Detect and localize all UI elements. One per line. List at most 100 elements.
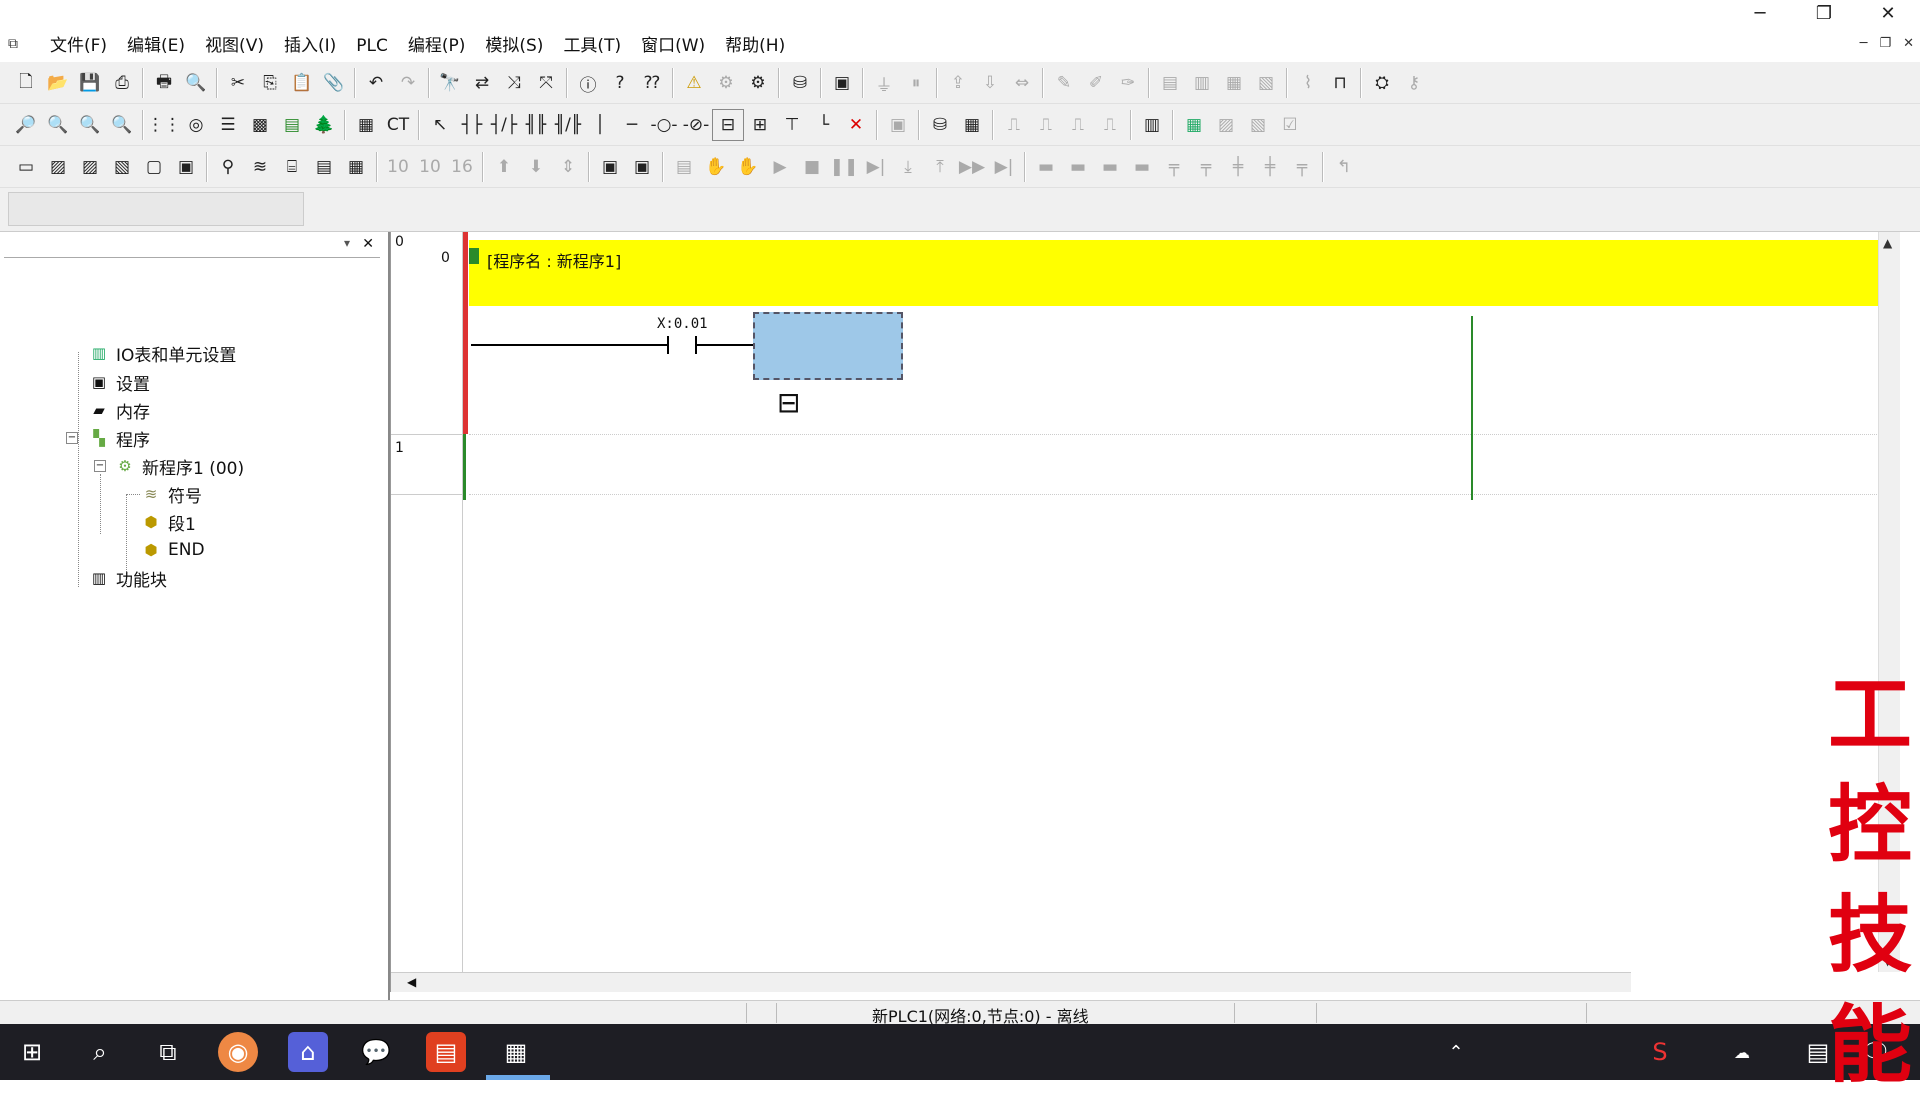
symbol-table-icon[interactable]: ▦ xyxy=(350,109,382,141)
menu-view[interactable]: 视图(V) xyxy=(195,34,274,60)
grid-icon[interactable]: ⋮⋮ xyxy=(147,109,181,141)
contact-address[interactable]: X:0.01 xyxy=(657,316,708,332)
cx-programmer-icon[interactable]: ▦ xyxy=(496,1032,536,1072)
print-icon[interactable]: 🖶 xyxy=(148,67,180,99)
show-comments-icon[interactable]: ◎ xyxy=(180,109,212,141)
layout-icon[interactable]: ⌸ xyxy=(276,151,308,183)
pause-icon[interactable]: ⏸ xyxy=(900,67,932,99)
replace-icon[interactable]: ⇄ xyxy=(466,67,498,99)
start-windows-icon[interactable]: ⊞ xyxy=(12,1032,52,1072)
new-instruction-icon[interactable]: ⊟ xyxy=(712,109,744,141)
io-condition-5-icon[interactable]: ╤ xyxy=(1158,151,1190,183)
address-field[interactable] xyxy=(8,192,304,226)
new-coil-icon[interactable]: -○- xyxy=(648,109,680,141)
tree-item-memory[interactable]: ▰ 内存 xyxy=(88,397,150,423)
task-view-icon[interactable]: ⧉ xyxy=(148,1032,188,1072)
step-out-icon[interactable]: ⤒ xyxy=(924,151,956,183)
online-edit-icon[interactable]: ✎ xyxy=(1048,67,1080,99)
undo-icon[interactable]: ↶ xyxy=(360,67,392,99)
symbols-tool-icon[interactable]: ≋ xyxy=(244,151,276,183)
close-button[interactable]: ✕ xyxy=(1856,0,1920,30)
online-edit-send-icon[interactable]: ✐ xyxy=(1080,67,1112,99)
io-condition-9-icon[interactable]: ╤ xyxy=(1286,151,1318,183)
compile-all-icon[interactable]: ⚙ xyxy=(742,67,774,99)
io-condition-8-icon[interactable]: ╪ xyxy=(1254,151,1286,183)
paste-icon[interactable]: 📋 xyxy=(286,67,318,99)
transfer-to-plc-icon[interactable]: ⇪ xyxy=(942,67,974,99)
vertical-line-icon[interactable]: │ xyxy=(584,109,616,141)
monitor-window-icon[interactable]: ▩ xyxy=(244,109,276,141)
memory-clear-icon[interactable]: ▧ xyxy=(1242,109,1274,141)
new-or-contact-icon[interactable]: ╢╟ xyxy=(520,109,552,141)
zoom-fit-icon[interactable]: 🔍 xyxy=(74,109,106,141)
menu-window[interactable]: 窗口(W) xyxy=(631,34,715,60)
open-folder-icon[interactable]: 📂 xyxy=(42,67,74,99)
toggle-monitor-icon[interactable]: ⛁ xyxy=(924,109,956,141)
rung-comment-list-icon[interactable]: ☰ xyxy=(212,109,244,141)
breakpoint-icon[interactable]: ✋ xyxy=(700,151,732,183)
simulator-online-icon[interactable]: ▣ xyxy=(594,151,626,183)
tree-item-program1[interactable]: ⚙ 新程序1 (00) xyxy=(114,453,244,479)
display-10-icon[interactable]: 10 xyxy=(382,151,414,183)
menu-simulation[interactable]: 模拟(S) xyxy=(475,34,553,60)
redo-icon[interactable]: ↷ xyxy=(392,67,424,99)
search-icon[interactable]: ⌕ xyxy=(80,1032,120,1072)
new-contact-icon[interactable]: ┤├ xyxy=(456,109,488,141)
binoculars-icon[interactable]: ⚲ xyxy=(212,151,244,183)
scroll-up-icon[interactable]: ▲ xyxy=(1883,236,1892,250)
monitor-icon[interactable]: ▣ xyxy=(826,67,858,99)
time-chart-icon[interactable]: ⊓ xyxy=(1324,67,1356,99)
collapse-toggle[interactable]: − xyxy=(66,432,78,444)
breakpoint-all-icon[interactable]: ✋ xyxy=(732,151,764,183)
data-trace-3-icon[interactable]: ⎍ xyxy=(1062,109,1094,141)
sogou-input-icon[interactable]: S xyxy=(1640,1032,1680,1072)
menu-insert[interactable]: 插入(I) xyxy=(274,34,346,60)
run-icon[interactable]: ▶ xyxy=(764,151,796,183)
context-help-icon[interactable]: ⁇ xyxy=(636,67,668,99)
trace-icon[interactable]: ⌇ xyxy=(1292,67,1324,99)
chrome-icon[interactable]: ◉ xyxy=(218,1032,258,1072)
collapse-toggle[interactable]: − xyxy=(94,460,106,472)
minimize-button[interactable]: ─ xyxy=(1728,0,1792,30)
force-icon[interactable]: ⇕ xyxy=(552,151,584,183)
data-trace-4-icon[interactable]: ⎍ xyxy=(1094,109,1126,141)
print-setup-icon[interactable]: ⎙ xyxy=(106,67,138,99)
menu-program[interactable]: 编程(P) xyxy=(398,34,476,60)
output-window-icon[interactable]: ▤ xyxy=(276,109,308,141)
address-reference-icon[interactable]: ⤧ xyxy=(530,67,562,99)
force-on-icon[interactable]: ⏚ xyxy=(868,67,900,99)
scroll-left-icon[interactable]: ◀ xyxy=(407,975,416,989)
horizontal-line-icon[interactable]: ─ xyxy=(616,109,648,141)
mdi-minimize-icon[interactable]: ─ xyxy=(1860,36,1868,51)
simulator-work-online-icon[interactable]: ▣ xyxy=(626,151,658,183)
watch-clear-icon[interactable]: ▧ xyxy=(1250,67,1282,99)
wechat-icon[interactable]: 💬 xyxy=(356,1032,396,1072)
help-icon[interactable]: ? xyxy=(604,67,636,99)
io-condition-6-icon[interactable]: ╤ xyxy=(1190,151,1222,183)
save-icon[interactable]: 💾 xyxy=(74,67,106,99)
watch-add-icon[interactable]: ▥ xyxy=(1186,67,1218,99)
menu-tools[interactable]: 工具(T) xyxy=(553,34,631,60)
cut-icon[interactable]: ✂ xyxy=(222,67,254,99)
step-run-icon[interactable]: ▶| xyxy=(860,151,892,183)
paste-special-icon[interactable]: 📎 xyxy=(318,67,350,99)
plc-online-icon[interactable]: ⛁ xyxy=(784,67,816,99)
scan-run-icon[interactable]: ▶| xyxy=(988,151,1020,183)
stop-icon[interactable]: ■ xyxy=(796,151,828,183)
close-icon[interactable]: ✕ xyxy=(362,236,374,252)
display-10s-icon[interactable]: 10 xyxy=(414,151,446,183)
io-condition-4-icon[interactable]: ▬ xyxy=(1126,151,1158,183)
compile-icon[interactable]: ⚙ xyxy=(710,67,742,99)
data-trace-icon[interactable]: ⎍ xyxy=(998,109,1030,141)
copy-icon[interactable]: ⎘ xyxy=(254,67,286,99)
tree-item-symbols[interactable]: ≋ 符号 xyxy=(140,481,202,507)
select-mode-icon[interactable]: ↖ xyxy=(424,109,456,141)
pause-sim-icon[interactable]: ❚❚ xyxy=(828,151,860,183)
mdi-restore-icon[interactable]: ❐ xyxy=(1879,36,1891,51)
menu-help[interactable]: 帮助(H) xyxy=(715,34,795,60)
delete-icon[interactable]: ✕ xyxy=(840,109,872,141)
tree-item-end[interactable]: ⬢ END xyxy=(140,537,204,563)
window-properties-icon[interactable]: ▣ xyxy=(170,151,202,183)
settings-tool-icon[interactable]: ⛭ xyxy=(1366,67,1398,99)
find-icon[interactable]: 🔭 xyxy=(434,67,466,99)
